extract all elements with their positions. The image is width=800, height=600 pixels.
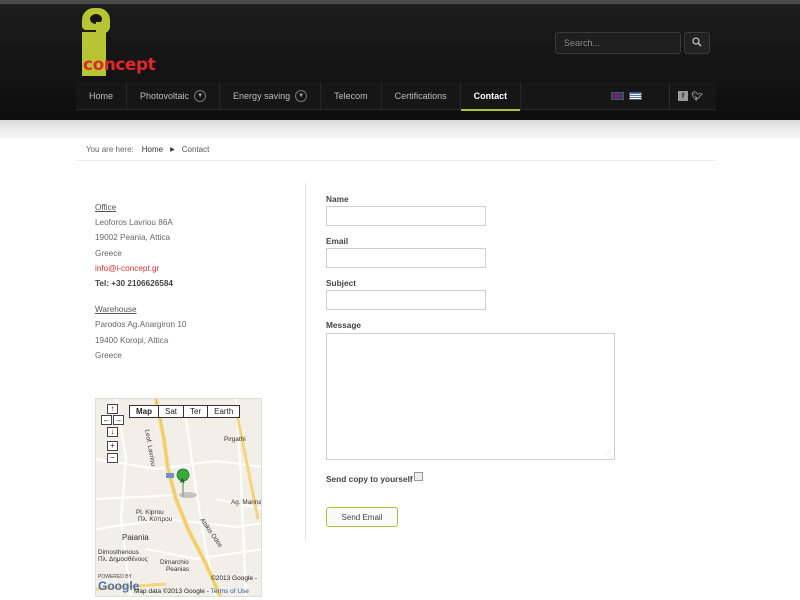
map-label: Peanias [166,566,190,573]
nav-item-contact[interactable]: Contact [460,82,522,111]
column-divider [305,183,306,541]
nav-item-telecom[interactable]: Telecom [321,82,382,110]
map-data-notice: Map data ©2013 Google - Terms of Use [134,588,249,595]
map-data-text: Map data ©2013 Google - [134,588,209,595]
zoom-out-icon[interactable]: − [107,453,118,463]
map-type-sat[interactable]: Sat [159,406,185,417]
office-phone: Tel: +30 2106626584 [95,279,173,289]
warehouse-address-line: Greece [95,350,122,360]
site-header: concept Home Photovoltaic ▼ Energy saving… [0,0,800,120]
map-label: Ag. Marina [231,499,262,506]
header-top-stripe [0,0,800,4]
map-type-selector: Map Sat Ter Earth [129,405,241,418]
map-type-map[interactable]: Map [130,406,159,417]
warehouse-address-line: 19400 Koropi, Attica [95,335,169,345]
office-address-line: Greece [95,248,122,258]
nav-item-label: Telecom [334,91,368,101]
chevron-down-icon[interactable]: ▼ [194,90,207,102]
nav-right-tools: f 🐦︎ [611,82,716,110]
nav-item-label: Energy saving [233,91,291,101]
message-label: Message [326,320,362,330]
map-label: Pl. Kiprou [136,509,164,516]
pan-right-icon[interactable]: → [113,415,124,425]
nav-item-home[interactable]: Home [76,82,128,110]
map-copyright: ©2013 Google - [211,575,257,582]
office-heading: Office [95,203,117,212]
nav-item-label: Certifications [394,91,447,101]
name-label: Name [326,194,349,204]
nav-item-photovoltaic[interactable]: Photovoltaic ▼ [127,82,221,110]
chevron-down-icon[interactable]: ▼ [295,90,308,102]
zoom-in-icon[interactable]: + [107,441,118,451]
twitter-icon[interactable]: 🐦︎ [691,91,702,101]
office-address-line: Leoforos Lavriou 86A [95,218,173,228]
breadcrumb-home-link[interactable]: Home [142,145,163,154]
map-label: Πλ. Κύπρου [138,516,173,523]
nav-item-certifications[interactable]: Certifications [382,82,461,110]
map-marker-label[interactable]: A [180,478,185,485]
breadcrumb: You are here: Home ▶ Contact [76,139,716,161]
email-field[interactable] [326,248,486,268]
google-map[interactable]: ↑ ← → ↓ + − Map Sat Ter Earth Leof. Lavr… [95,398,262,597]
map-label: Dimosthenous [98,549,139,556]
nav-divider [669,83,670,109]
name-field[interactable] [326,206,486,226]
search-button[interactable] [684,32,710,54]
nav-item-label: Photovoltaic [140,91,190,101]
breadcrumb-current: Contact [181,145,210,154]
send-email-button[interactable]: Send Email [326,507,398,527]
office-email-link[interactable]: info@i-concept.gr [95,261,295,276]
pan-left-icon[interactable]: ← [101,415,112,425]
nav-item-energy-saving[interactable]: Energy saving ▼ [220,82,322,110]
resize-grip-icon[interactable]: ⋰ [605,449,611,456]
site-logo[interactable]: concept [82,8,156,76]
search-input[interactable] [555,32,681,54]
map-type-ter[interactable]: Ter [184,406,209,417]
breadcrumb-arrow-icon: ▶ [170,147,175,153]
pan-down-icon[interactable]: ↓ [107,427,118,437]
map-label: Pirgathi [224,436,246,443]
send-copy-checkbox[interactable] [414,472,423,481]
search-icon [692,36,702,50]
main-nav: Home Photovoltaic ▼ Energy saving ▼ Teleco… [76,82,716,111]
nav-item-label: Contact [473,91,508,101]
logo-text: concept [83,55,156,75]
contact-info: Office Leoforos Lavriou 86A 19002 Peania… [95,200,295,363]
send-copy-label: Send copy to yourself [326,474,413,484]
greece-flag-icon[interactable] [629,92,642,100]
subject-label: Subject [326,278,356,288]
warehouse-heading: Warehouse [95,305,137,315]
header-shadow-band [0,120,800,138]
map-label: Paiania [122,533,149,542]
map-label: Πλ. Δημοσθένους [98,556,148,563]
map-terms-link[interactable]: Terms of Use [211,588,249,595]
subject-field[interactable] [326,290,486,310]
facebook-icon[interactable]: f [678,91,688,101]
pan-up-icon[interactable]: ↑ [107,404,118,414]
uk-flag-icon[interactable] [611,92,624,100]
nav-item-label: Home [89,91,114,101]
map-label: Dimarchio [160,559,189,566]
office-address-line: 19002 Peania, Attica [95,233,171,243]
email-label: Email [326,236,349,246]
map-type-earth[interactable]: Earth [208,406,239,417]
message-textarea[interactable]: ⋰ [326,333,615,460]
breadcrumb-prefix: You are here: [86,145,134,154]
warehouse-address-line: Parodos Ag.Anargiron 10 [95,320,187,330]
